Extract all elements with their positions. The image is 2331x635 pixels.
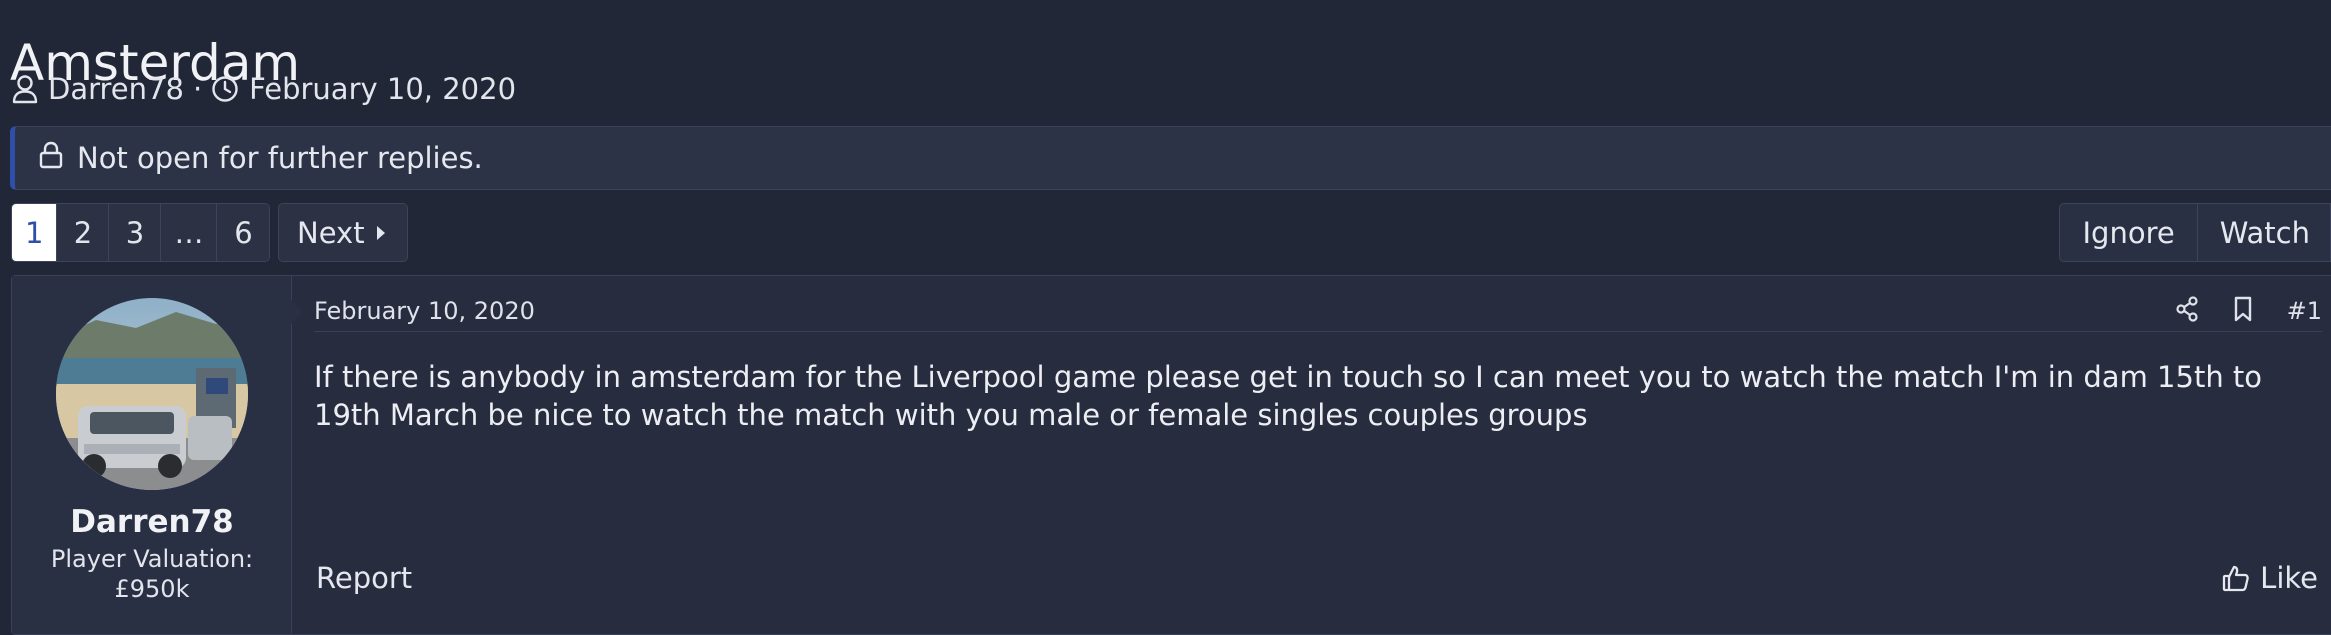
caret-right-icon <box>376 225 385 240</box>
page-link[interactable]: 3 <box>109 204 162 261</box>
user-title-value: £950k <box>114 575 190 603</box>
clock-icon <box>211 75 239 103</box>
thread-actions: Ignore Watch <box>2059 203 2331 262</box>
page-link-last[interactable]: 6 <box>217 204 269 261</box>
page-jump-ellipsis[interactable]: … <box>161 204 218 261</box>
next-label: Next <box>297 215 365 250</box>
meta-separator: · <box>192 72 203 106</box>
thumbs-up-icon <box>2222 564 2260 592</box>
pagination: 1 2 3 … 6 <box>11 203 271 262</box>
thread-locked-notice: Not open for further replies. <box>10 126 2331 190</box>
page-link-current[interactable]: 1 <box>12 204 58 261</box>
avatar[interactable] <box>56 298 248 490</box>
watch-button[interactable]: Watch <box>2198 204 2330 261</box>
page-link[interactable]: 2 <box>57 204 110 261</box>
post: Darren78 Player Valuation: £950k Februar… <box>11 275 2331 635</box>
next-page-button[interactable]: Next <box>278 203 408 262</box>
like-button[interactable]: Like <box>2222 561 2318 595</box>
user-title-label: Player Valuation: <box>50 545 254 573</box>
thread-date-link[interactable]: February 10, 2020 <box>249 72 516 106</box>
post-number-link[interactable]: #1 <box>2287 297 2322 325</box>
thread-meta: Darren78 · February 10, 2020 <box>12 70 516 108</box>
user-icon <box>12 74 38 104</box>
post-username[interactable]: Darren78 <box>12 504 292 540</box>
post-footer: Report Like <box>316 558 2318 598</box>
share-icon[interactable] <box>2175 295 2199 326</box>
post-body: If there is anybody in amsterdam for the… <box>314 360 2263 432</box>
ignore-button[interactable]: Ignore <box>2060 204 2198 261</box>
post-header: February 10, 2020 #1 <box>314 290 2322 332</box>
like-label: Like <box>2260 561 2318 595</box>
report-link[interactable]: Report <box>316 561 412 595</box>
bookmark-icon[interactable] <box>2233 296 2253 326</box>
post-user-cell: Darren78 Player Valuation: £950k <box>12 276 303 634</box>
post-header-actions: #1 <box>2141 295 2322 326</box>
notice-text: Not open for further replies. <box>77 141 483 175</box>
post-date-link[interactable]: February 10, 2020 <box>314 297 535 325</box>
lock-icon <box>39 141 63 176</box>
thread-author-link[interactable]: Darren78 <box>48 72 184 106</box>
user-title: Player Valuation: £950k <box>12 544 292 604</box>
post-main: February 10, 2020 #1 If there is anybody… <box>292 276 2331 634</box>
